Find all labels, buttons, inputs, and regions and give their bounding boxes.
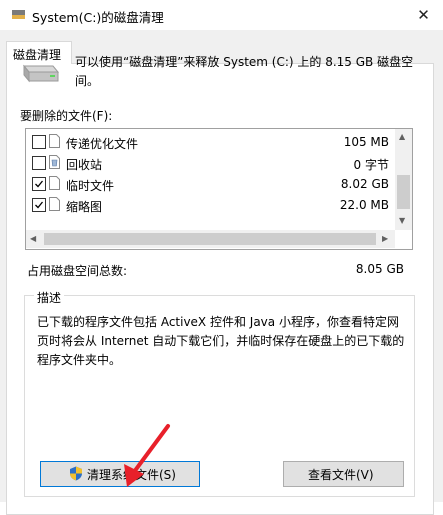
vertical-scroll-thumb[interactable] (397, 175, 410, 209)
tab-disk-cleanup[interactable]: 磁盘清理 (6, 41, 72, 64)
vertical-scrollbar[interactable]: ▲ ▼ (395, 129, 412, 230)
description-legend: 描述 (34, 289, 65, 306)
scroll-right-icon[interactable]: ▶ (382, 234, 388, 243)
view-files-button[interactable]: 查看文件(V) (283, 461, 404, 487)
file-name: 传递优化文件 (66, 137, 139, 151)
annotation-arrow-icon (124, 424, 170, 487)
file-size: 105 MB (343, 135, 389, 149)
file-icon (49, 197, 60, 211)
title-bar: System(C:)的磁盘清理 ✕ (0, 0, 443, 30)
view-files-label: 查看文件(V) (308, 468, 374, 482)
file-name: 临时文件 (66, 179, 115, 193)
uac-shield-icon (70, 466, 82, 481)
recycle-bin-icon (49, 155, 60, 169)
checkbox-checked[interactable] (32, 198, 46, 212)
checkmark-icon (35, 201, 44, 209)
total-space-label: 占用磁盘空间总数: (27, 264, 128, 278)
horizontal-scroll-thumb[interactable] (44, 233, 376, 245)
file-icon (49, 176, 60, 190)
file-name: 缩略图 (66, 200, 103, 214)
file-size: 0 字节 (353, 158, 389, 172)
total-space-value: 8.05 GB (355, 262, 404, 276)
close-button[interactable]: ✕ (404, 0, 443, 30)
tab-label: 磁盘清理 (13, 48, 62, 62)
horizontal-scrollbar[interactable]: ◀ ▶ (26, 230, 395, 248)
list-item-temp-files[interactable]: 临时文件 8.02 GB (26, 174, 394, 195)
checkbox[interactable] (32, 135, 46, 149)
file-icon (49, 134, 60, 148)
scroll-down-icon[interactable]: ▼ (399, 216, 405, 225)
list-item-thumbnails[interactable]: 缩略图 22.0 MB (26, 195, 394, 216)
files-to-delete-label: 要删除的文件(F): (20, 109, 113, 123)
description-text: 已下载的程序文件包括 ActiveX 控件和 Java 小程序，你查看特定网页时… (37, 315, 405, 367)
scroll-left-icon[interactable]: ◀ (30, 234, 36, 243)
disk-cleanup-icon (12, 10, 25, 19)
scroll-up-icon[interactable]: ▲ (399, 132, 405, 141)
file-size: 22.0 MB (339, 198, 389, 212)
list-item-recycle-bin[interactable]: 回收站 0 字节 (26, 153, 394, 174)
files-list[interactable]: 传递优化文件 105 MB 回收站 0 字节 临时文件 8.02 GB 缩略图 … (25, 128, 413, 250)
checkbox-checked[interactable] (32, 177, 46, 191)
file-name: 回收站 (66, 158, 103, 172)
list-item-delivery-optimization[interactable]: 传递优化文件 105 MB (26, 132, 394, 153)
checkbox[interactable] (32, 156, 46, 170)
intro-text: 可以使用“磁盘清理”来释放 System (C:) 上的 8.15 GB 磁盘空… (75, 55, 414, 88)
checkmark-icon (35, 180, 44, 188)
file-size: 8.02 GB (340, 177, 389, 191)
window-title: System(C:)的磁盘清理 (32, 10, 164, 25)
